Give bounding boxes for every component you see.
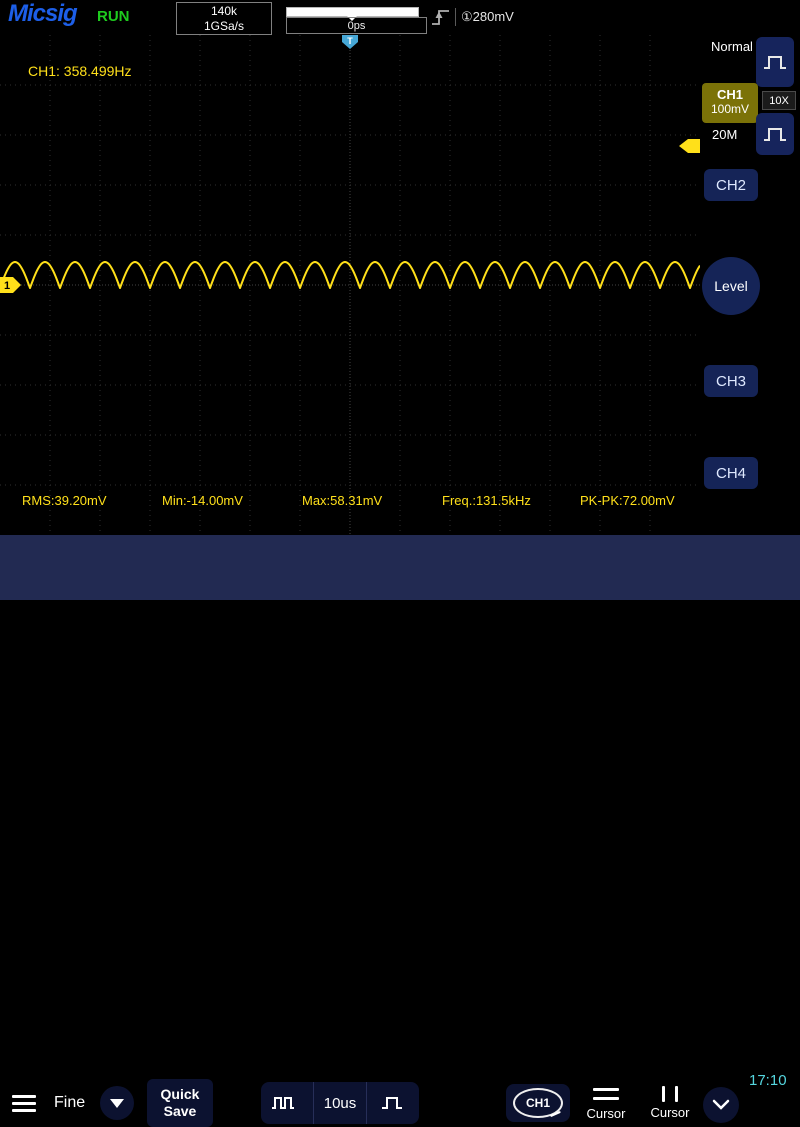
channel1-position-marker[interactable]: 1: [0, 277, 21, 293]
trigger-level-readout[interactable]: ①280mV: [461, 9, 514, 25]
trigger-level-arrow-icon[interactable]: [679, 139, 700, 153]
trigger-level-button[interactable]: Level: [702, 257, 760, 315]
trigger-mode-label[interactable]: Normal: [708, 39, 756, 54]
ch1-label: CH1: [702, 83, 758, 102]
active-channel-button[interactable]: CH1: [506, 1084, 570, 1122]
measurement-freq: Freq.:131.5kHz: [442, 493, 531, 508]
probe-attenuation-badge: 10X: [762, 91, 796, 110]
dropdown-button[interactable]: [100, 1086, 134, 1120]
channel1-position-marker-label: 1: [4, 280, 10, 292]
menu-icon[interactable]: [12, 1095, 36, 1116]
graticule-grid: [0, 35, 700, 535]
waveform-canvas[interactable]: T 1: [0, 35, 700, 535]
chevron-down-icon: [711, 1099, 731, 1111]
right-sidebar: Normal CH1 100mV 10X 20M CH2 Level CH3 C…: [700, 35, 800, 535]
trigger-position-marker[interactable]: T: [342, 35, 358, 49]
trigger-position-readout[interactable]: 0ps: [286, 17, 427, 34]
pulse-train-icon: [271, 1093, 303, 1113]
horizontal-cursor-label: Cursor: [586, 1106, 625, 1121]
memory-depth: 140k: [177, 4, 271, 18]
vertical-cursor-icon: [662, 1086, 678, 1102]
trigger-type-button[interactable]: [756, 37, 794, 87]
timebase-readout[interactable]: 10us: [313, 1082, 367, 1124]
trigger-coupling-button[interactable]: [756, 113, 794, 155]
trigger-slope-icon[interactable]: [430, 6, 452, 28]
ch2-button[interactable]: CH2: [704, 169, 758, 201]
ch1-scale: 100mV: [702, 102, 758, 116]
sample-info-box[interactable]: 140k 1GSa/s: [176, 2, 272, 35]
timebase-slower-button[interactable]: [261, 1082, 313, 1124]
bottom-toolbar: Fine Quick Save 10us CH1 Cursor: [0, 535, 800, 600]
micsig-logo: Micsig: [8, 0, 77, 28]
top-status-bar: Micsig RUN 140k 1GSa/s 0ps ①280mV: [0, 0, 800, 35]
triangle-down-icon: [110, 1099, 124, 1108]
clock-readout: 17:10: [749, 1072, 787, 1089]
vertical-cursor-button[interactable]: Cursor: [642, 1080, 698, 1126]
pulse-icon: [762, 52, 788, 72]
measurement-rms: RMS:39.20mV: [22, 493, 107, 508]
timebase-faster-button[interactable]: [367, 1082, 419, 1124]
horizontal-cursor-icon: [593, 1085, 619, 1103]
quick-save-button[interactable]: Quick Save: [147, 1079, 213, 1127]
run-stop-status[interactable]: RUN: [97, 8, 130, 25]
bandwidth-limit-label: 20M: [712, 127, 737, 142]
horizontal-cursor-button[interactable]: Cursor: [578, 1080, 634, 1126]
hardware-frequency-counter: CH1: 358.499Hz: [28, 63, 132, 79]
sample-rate: 1GSa/s: [177, 19, 271, 33]
pulse-icon: [380, 1093, 406, 1113]
pulse-icon: [762, 124, 788, 144]
ch3-button[interactable]: CH3: [704, 365, 758, 397]
ch4-button[interactable]: CH4: [704, 457, 758, 489]
timebase-control: 10us: [261, 1082, 419, 1124]
collapse-toolbar-button[interactable]: [703, 1087, 739, 1123]
ch1-scale-button[interactable]: CH1 100mV: [702, 83, 758, 123]
measurement-min: Min:-14.00mV: [162, 493, 243, 508]
vertical-cursor-label: Cursor: [650, 1105, 689, 1120]
measurement-pkpk: PK-PK:72.00mV: [580, 493, 675, 508]
topbar-divider: [455, 8, 456, 26]
fine-adjust-label[interactable]: Fine: [54, 1094, 85, 1112]
trigger-position-marker-label: T: [347, 36, 353, 46]
quick-save-line1: Quick: [161, 1086, 200, 1104]
quick-save-line2: Save: [164, 1103, 197, 1121]
waveform-display[interactable]: T 1 CH1: 358.499Hz RMS:39.20mV Min:-14.0…: [0, 35, 700, 535]
measurement-max: Max:58.31mV: [302, 493, 382, 508]
